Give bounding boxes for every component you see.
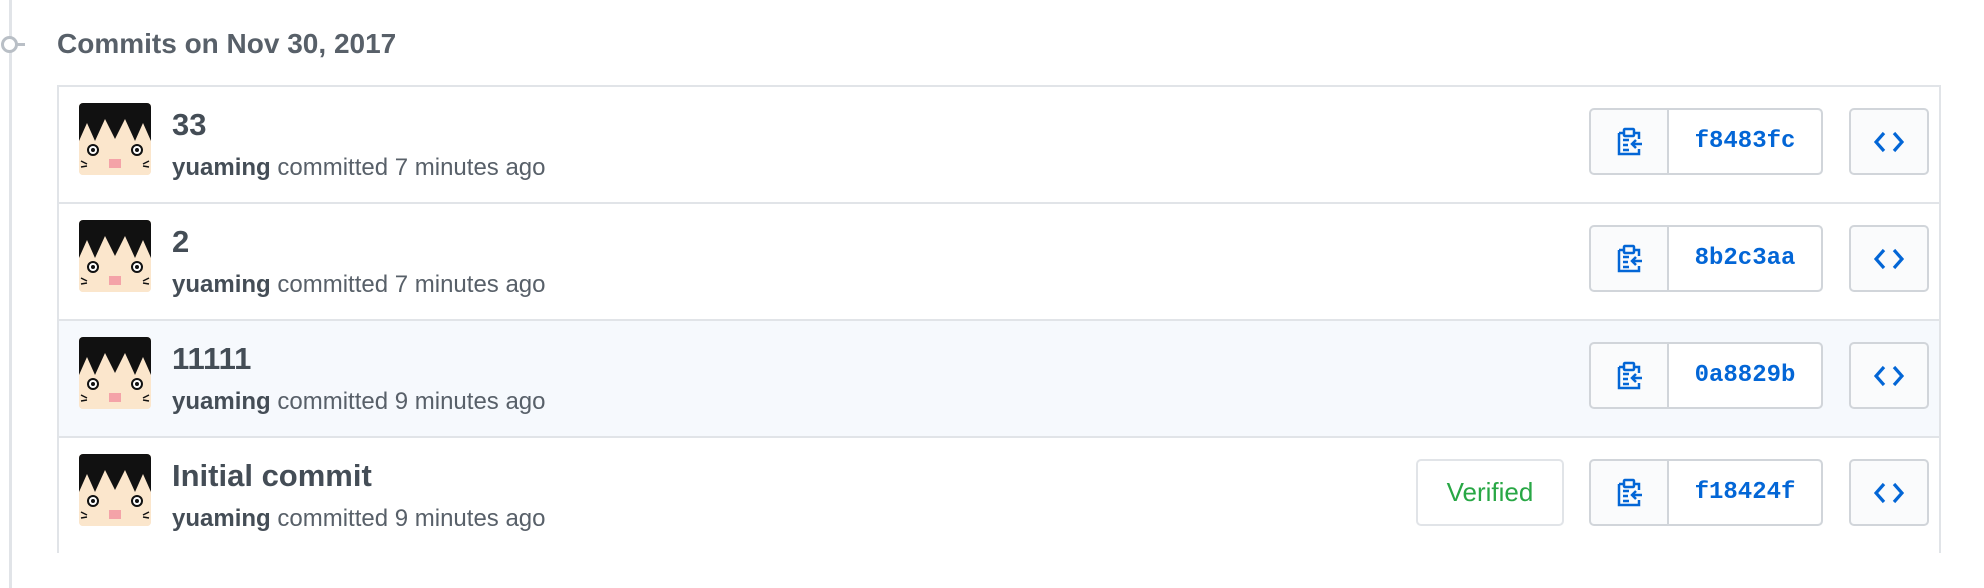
browse-repo-button[interactable] bbox=[1849, 225, 1929, 292]
commit-sha-link[interactable]: f18424f bbox=[1669, 461, 1821, 524]
commit-author-link[interactable]: yuaming bbox=[172, 388, 271, 415]
commit-meta: yuaming committed 7 minutes ago bbox=[172, 271, 546, 299]
commit-message-link[interactable]: 33 bbox=[172, 107, 206, 143]
clippy-icon bbox=[1617, 127, 1642, 155]
timeline-line bbox=[9, 0, 12, 588]
verified-badge[interactable]: Verified bbox=[1416, 459, 1564, 526]
sha-button-group: 8b2c3aa bbox=[1589, 225, 1823, 292]
commit-author-link[interactable]: yuaming bbox=[172, 505, 271, 532]
commit-list: 33 yuaming committed 7 minutes ago f8483… bbox=[57, 85, 1941, 555]
browse-repo-button[interactable] bbox=[1849, 342, 1929, 409]
clippy-icon bbox=[1617, 361, 1642, 389]
sha-button-group: f8483fc bbox=[1589, 108, 1823, 175]
browse-repo-button[interactable] bbox=[1849, 108, 1929, 175]
commit-row: 2 yuaming committed 7 minutes ago 8b2c3a… bbox=[59, 204, 1939, 321]
code-icon bbox=[1874, 131, 1904, 152]
avatar[interactable] bbox=[79, 103, 151, 175]
commit-message-link[interactable]: 11111 bbox=[172, 341, 251, 377]
commit-time: 9 minutes ago bbox=[394, 388, 546, 415]
commit-row: Initial commit yuaming committed 9 minut… bbox=[59, 438, 1939, 555]
browse-repo-button[interactable] bbox=[1849, 459, 1929, 526]
avatar[interactable] bbox=[79, 454, 151, 526]
commit-time: 7 minutes ago bbox=[394, 271, 546, 298]
avatar[interactable] bbox=[79, 337, 151, 409]
commit-action: committed bbox=[277, 271, 389, 298]
clippy-icon bbox=[1617, 244, 1642, 272]
commit-sha-link[interactable]: f8483fc bbox=[1669, 110, 1821, 173]
commit-row: 33 yuaming committed 7 minutes ago f8483… bbox=[59, 87, 1939, 204]
sha-button-group: 0a8829b bbox=[1589, 342, 1823, 409]
commit-meta: yuaming committed 7 minutes ago bbox=[172, 154, 546, 182]
copy-sha-button[interactable] bbox=[1591, 227, 1669, 290]
git-commit-icon bbox=[1, 36, 18, 53]
sha-button-group: f18424f bbox=[1589, 459, 1823, 526]
commit-time: 7 minutes ago bbox=[394, 154, 546, 181]
commit-message-link[interactable]: Initial commit bbox=[172, 458, 372, 494]
code-icon bbox=[1874, 248, 1904, 269]
commit-action: committed bbox=[277, 388, 389, 415]
commit-action: committed bbox=[277, 154, 389, 181]
commits-page: Commits on Nov 30, 2017 33 yuaming commi… bbox=[0, 0, 1984, 588]
commit-sha-link[interactable]: 8b2c3aa bbox=[1669, 227, 1821, 290]
commit-message-link[interactable]: 2 bbox=[172, 224, 189, 260]
timeline-tick bbox=[17, 43, 25, 46]
commit-author-link[interactable]: yuaming bbox=[172, 154, 271, 181]
commit-time: 9 minutes ago bbox=[394, 505, 546, 532]
avatar[interactable] bbox=[79, 220, 151, 292]
copy-sha-button[interactable] bbox=[1591, 344, 1669, 407]
commit-row: 11111 yuaming committed 9 minutes ago 0a… bbox=[59, 321, 1939, 438]
clippy-icon bbox=[1617, 478, 1642, 506]
copy-sha-button[interactable] bbox=[1591, 110, 1669, 173]
commit-author-link[interactable]: yuaming bbox=[172, 271, 271, 298]
commit-meta: yuaming committed 9 minutes ago bbox=[172, 388, 546, 416]
copy-sha-button[interactable] bbox=[1591, 461, 1669, 524]
commit-action: committed bbox=[277, 505, 389, 532]
commit-group-title: Commits on Nov 30, 2017 bbox=[57, 28, 397, 59]
code-icon bbox=[1874, 482, 1904, 503]
commit-meta: yuaming committed 9 minutes ago bbox=[172, 505, 546, 533]
code-icon bbox=[1874, 365, 1904, 386]
commit-sha-link[interactable]: 0a8829b bbox=[1669, 344, 1821, 407]
